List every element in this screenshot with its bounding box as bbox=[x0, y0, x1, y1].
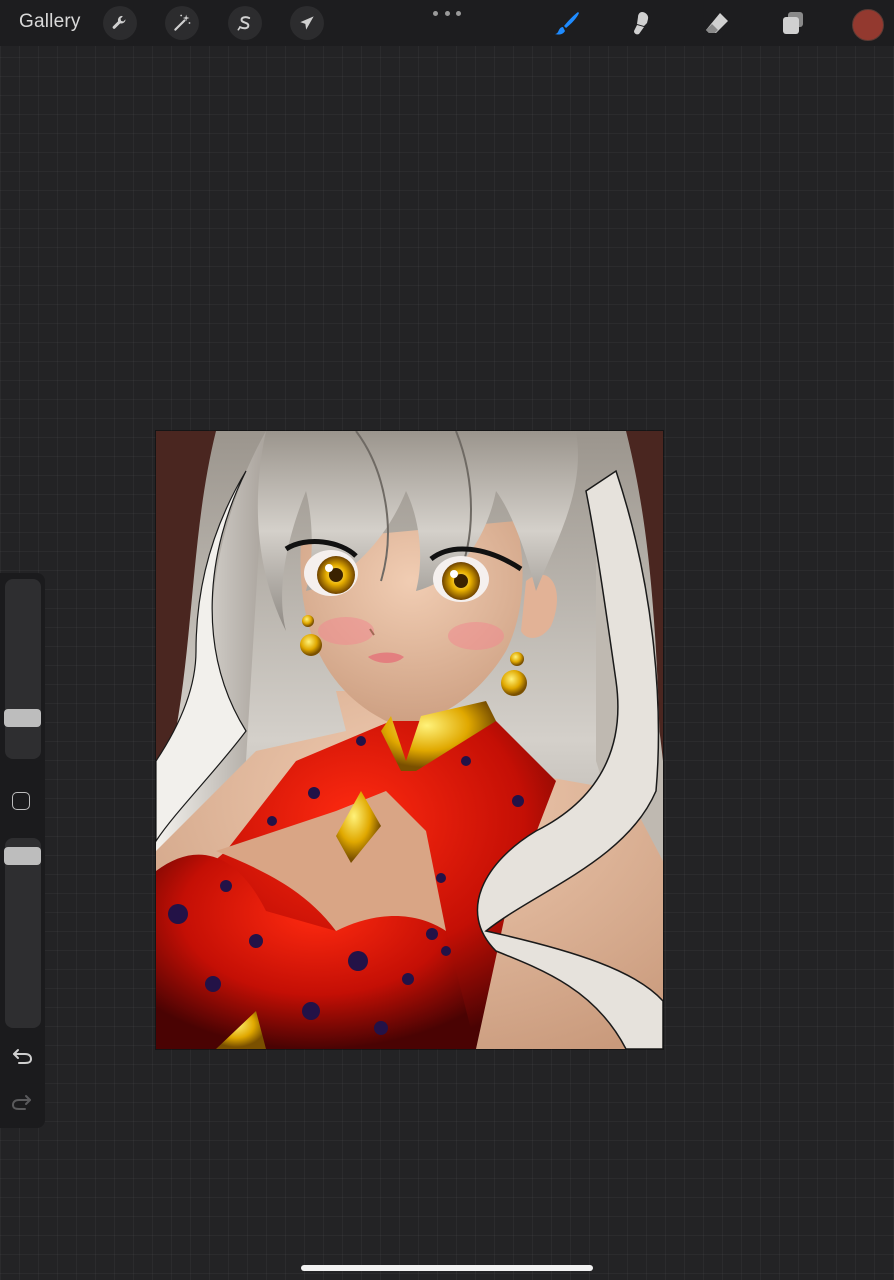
transform-button[interactable] bbox=[290, 6, 324, 40]
selection-button[interactable] bbox=[228, 6, 262, 40]
artwork-illustration bbox=[156, 431, 663, 1049]
layers-icon bbox=[783, 12, 803, 34]
drawing-canvas[interactable] bbox=[156, 431, 663, 1049]
arrow-cursor-icon bbox=[300, 16, 314, 30]
redo-button[interactable] bbox=[9, 1091, 35, 1113]
current-color-swatch[interactable] bbox=[852, 9, 884, 41]
top-toolbar: Gallery bbox=[0, 0, 894, 46]
smudge-tool-button[interactable] bbox=[625, 6, 659, 40]
undo-icon bbox=[13, 1049, 33, 1064]
smudge-icon bbox=[634, 12, 649, 35]
gallery-button[interactable]: Gallery bbox=[19, 11, 81, 33]
more-dots-icon[interactable] bbox=[433, 8, 461, 18]
brush-size-thumb[interactable] bbox=[4, 709, 41, 727]
procreate-workspace: Gallery bbox=[0, 0, 894, 1280]
layers-button[interactable] bbox=[776, 6, 810, 40]
magic-wand-icon bbox=[174, 14, 191, 31]
brush-size-slider[interactable] bbox=[4, 579, 41, 759]
actions-button[interactable] bbox=[103, 6, 137, 40]
undo-button[interactable] bbox=[9, 1045, 35, 1067]
modify-button[interactable] bbox=[12, 792, 30, 810]
left-sidebar bbox=[0, 573, 45, 1128]
opacity-slider[interactable] bbox=[4, 838, 41, 1028]
home-indicator[interactable] bbox=[301, 1265, 593, 1271]
adjustments-button[interactable] bbox=[165, 6, 199, 40]
brush-tool-button[interactable] bbox=[550, 6, 584, 40]
eraser-tool-button[interactable] bbox=[700, 6, 734, 40]
wrench-icon bbox=[112, 15, 126, 29]
selection-s-icon bbox=[237, 16, 251, 31]
brush-icon bbox=[555, 12, 579, 35]
opacity-thumb[interactable] bbox=[4, 847, 41, 865]
eraser-icon bbox=[706, 13, 728, 33]
redo-icon bbox=[11, 1095, 31, 1110]
